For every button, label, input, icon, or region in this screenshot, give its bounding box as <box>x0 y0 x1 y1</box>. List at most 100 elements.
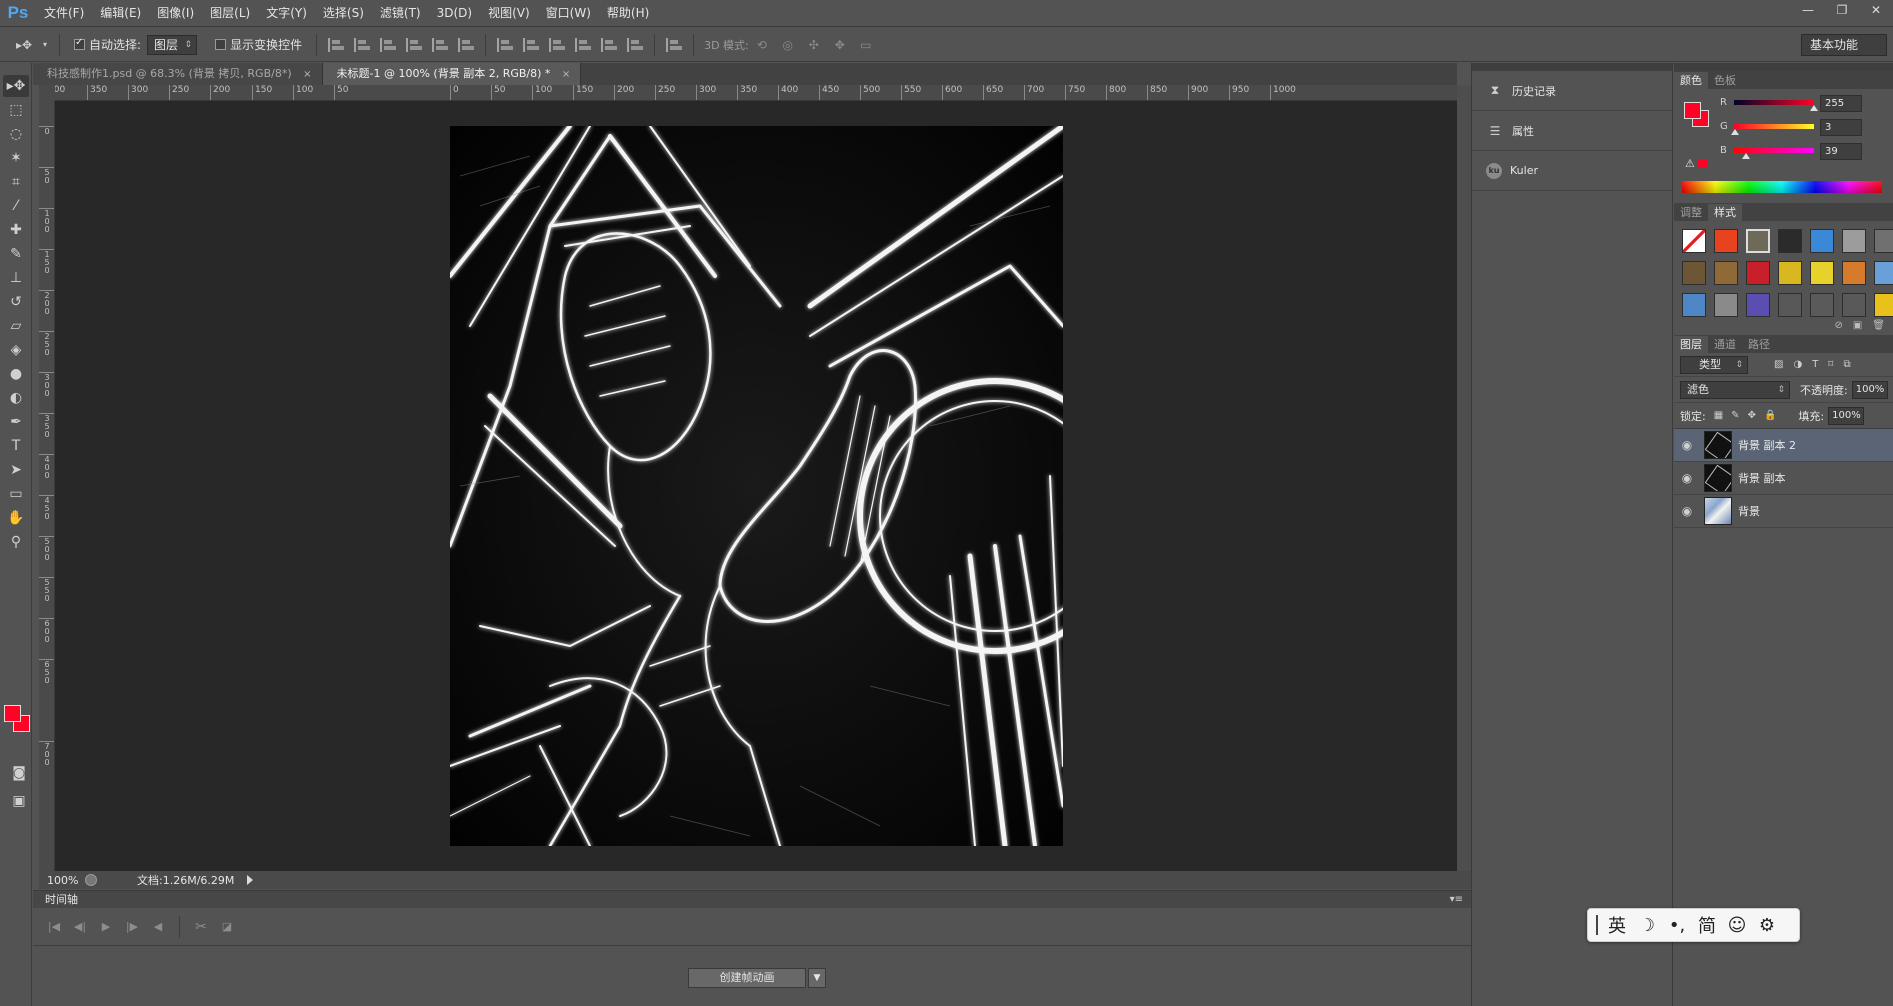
eyedropper-tool-icon[interactable]: ⁄ <box>3 195 29 217</box>
menu-image[interactable]: 图像(I) <box>149 0 202 27</box>
opacity-input[interactable]: 100% <box>1851 380 1888 399</box>
eye-icon[interactable]: ◉ <box>1674 438 1700 452</box>
type-tool-icon[interactable]: T <box>3 435 29 457</box>
style-swatch[interactable] <box>1778 229 1802 253</box>
create-frame-animation-button[interactable]: 创建帧动画 <box>688 968 806 988</box>
brush-tool-icon[interactable]: ✎ <box>3 243 29 265</box>
layer-name[interactable]: 背景 副本 <box>1738 470 1786 486</box>
distribute-bottom-icon[interactable] <box>549 37 566 52</box>
layer-name[interactable]: 背景 <box>1738 503 1760 519</box>
3d-scale-icon[interactable]: ▭ <box>856 35 876 55</box>
3d-roll-icon[interactable]: ◎ <box>778 35 798 55</box>
share-icon[interactable] <box>85 874 97 886</box>
hand-tool-icon[interactable]: ✋ <box>3 507 29 529</box>
menu-3d[interactable]: 3D(D) <box>429 0 480 27</box>
zoom-level[interactable]: 100% <box>39 874 85 887</box>
previous-frame-icon[interactable]: ◀| <box>67 920 93 933</box>
style-swatch[interactable] <box>1682 261 1706 285</box>
pixel-filter-icon[interactable]: ▨ <box>1774 359 1783 370</box>
style-swatch[interactable] <box>1874 261 1893 285</box>
foreground-color-swatch[interactable] <box>4 705 21 722</box>
style-swatch[interactable] <box>1810 261 1834 285</box>
settings-icon[interactable]: ⚙ <box>1752 915 1782 936</box>
layer-name[interactable]: 背景 副本 2 <box>1738 437 1796 453</box>
delete-style-icon[interactable]: 🗑 <box>1872 320 1885 331</box>
workspace-dropdown[interactable]: 基本功能 <box>1801 34 1887 56</box>
adjustment-filter-icon[interactable]: ◑ <box>1793 359 1802 370</box>
restore-button[interactable]: ❐ <box>1825 0 1859 20</box>
style-swatch[interactable] <box>1682 293 1706 317</box>
red-slider[interactable] <box>1734 100 1814 105</box>
moon-icon[interactable]: ☽ <box>1632 915 1662 936</box>
layer-row[interactable]: ◉ 背景 副本 <box>1674 462 1893 495</box>
shape-filter-icon[interactable]: ⌑ <box>1828 359 1833 370</box>
lock-paint-icon[interactable]: ✎ <box>1731 410 1739 421</box>
menu-layer[interactable]: 图层(L) <box>202 0 258 27</box>
style-swatch[interactable] <box>1842 261 1866 285</box>
first-frame-icon[interactable]: |◀ <box>41 920 67 933</box>
style-swatch[interactable] <box>1874 229 1893 253</box>
healing-brush-tool-icon[interactable]: ✚ <box>3 219 29 241</box>
style-swatch[interactable] <box>1746 293 1770 317</box>
magic-wand-tool-icon[interactable]: ✶ <box>3 147 29 169</box>
show-transform-checkbox[interactable] <box>215 39 227 50</box>
history-panel-button[interactable]: ⧗ 历史记录 <box>1472 71 1672 111</box>
red-slider-thumb[interactable] <box>1810 105 1818 111</box>
quick-mask-icon[interactable]: ◙ <box>6 762 32 784</box>
style-swatch[interactable] <box>1810 293 1834 317</box>
menu-select[interactable]: 选择(S) <box>315 0 372 27</box>
history-brush-tool-icon[interactable]: ↺ <box>3 291 29 313</box>
blend-mode-dropdown[interactable]: 滤色 <box>1680 380 1790 399</box>
menu-help[interactable]: 帮助(H) <box>599 0 657 27</box>
eye-icon[interactable]: ◉ <box>1674 471 1700 485</box>
menu-file[interactable]: 文件(F) <box>36 0 92 27</box>
close-button[interactable]: ✕ <box>1859 0 1893 20</box>
eraser-tool-icon[interactable]: ▱ <box>3 315 29 337</box>
dodge-tool-icon[interactable]: ◐ <box>3 387 29 409</box>
minimize-button[interactable]: — <box>1791 0 1825 20</box>
align-bottom-icon[interactable] <box>380 37 397 52</box>
ime-language-toggle[interactable]: 英 <box>1602 912 1632 938</box>
blue-value[interactable]: 39 <box>1820 143 1862 160</box>
style-swatch[interactable] <box>1874 293 1893 317</box>
3d-drag-icon[interactable]: ✣ <box>804 35 824 55</box>
smart-object-filter-icon[interactable]: ⧉ <box>1843 359 1850 370</box>
move-tool-icon[interactable]: ▸✥ <box>3 75 29 97</box>
new-style-icon[interactable]: ▣ <box>1853 320 1862 331</box>
style-swatch[interactable] <box>1746 229 1770 253</box>
green-value[interactable]: 3 <box>1820 119 1862 136</box>
menu-filter[interactable]: 滤镜(T) <box>372 0 429 27</box>
foreground-color-swatch[interactable] <box>1684 102 1701 119</box>
blur-tool-icon[interactable]: ● <box>3 363 29 385</box>
tab-document-1[interactable]: 科技感制作1.psd @ 68.3% (背景 拷贝, RGB/8*) × <box>33 63 323 85</box>
tab-swatches[interactable]: 色板 <box>1708 72 1742 89</box>
style-swatch[interactable] <box>1714 261 1738 285</box>
type-filter-icon[interactable]: T <box>1812 359 1818 370</box>
style-swatch[interactable] <box>1682 229 1706 253</box>
chevron-down-icon[interactable]: ▼ <box>808 968 826 988</box>
distribute-right-icon[interactable] <box>627 37 644 52</box>
tab-channels[interactable]: 通道 <box>1708 336 1742 353</box>
menu-window[interactable]: 窗口(W) <box>538 0 599 27</box>
color-spectrum-bar[interactable] <box>1682 181 1882 193</box>
next-frame-icon[interactable]: |▶ <box>119 920 145 933</box>
menu-type[interactable]: 文字(Y) <box>258 0 315 27</box>
play-icon[interactable]: ▶ <box>93 920 119 933</box>
style-swatch[interactable] <box>1778 293 1802 317</box>
layer-row[interactable]: ◉ 背景 <box>1674 495 1893 528</box>
auto-select-checkbox[interactable] <box>74 37 85 50</box>
align-right-icon[interactable] <box>458 37 475 52</box>
distribute-top-icon[interactable] <box>497 37 514 52</box>
3d-rotate-icon[interactable]: ⟲ <box>752 35 772 55</box>
lasso-tool-icon[interactable]: ◌ <box>3 123 29 145</box>
eye-icon[interactable]: ◉ <box>1674 504 1700 518</box>
3d-slide-icon[interactable]: ✥ <box>830 35 850 55</box>
out-of-gamut-warning-icon[interactable]: ⚠ <box>1685 157 1695 170</box>
swap-colors-icon[interactable] <box>0 555 31 565</box>
glowing-edges-artwork[interactable] <box>450 126 1063 846</box>
clear-style-icon[interactable]: ⊘ <box>1834 320 1842 331</box>
zoom-tool-icon[interactable]: ⚲ <box>3 531 29 553</box>
menu-view[interactable]: 视图(V) <box>480 0 538 27</box>
transition-icon[interactable]: ◪ <box>214 920 240 933</box>
tab-styles[interactable]: 样式 <box>1708 204 1742 221</box>
